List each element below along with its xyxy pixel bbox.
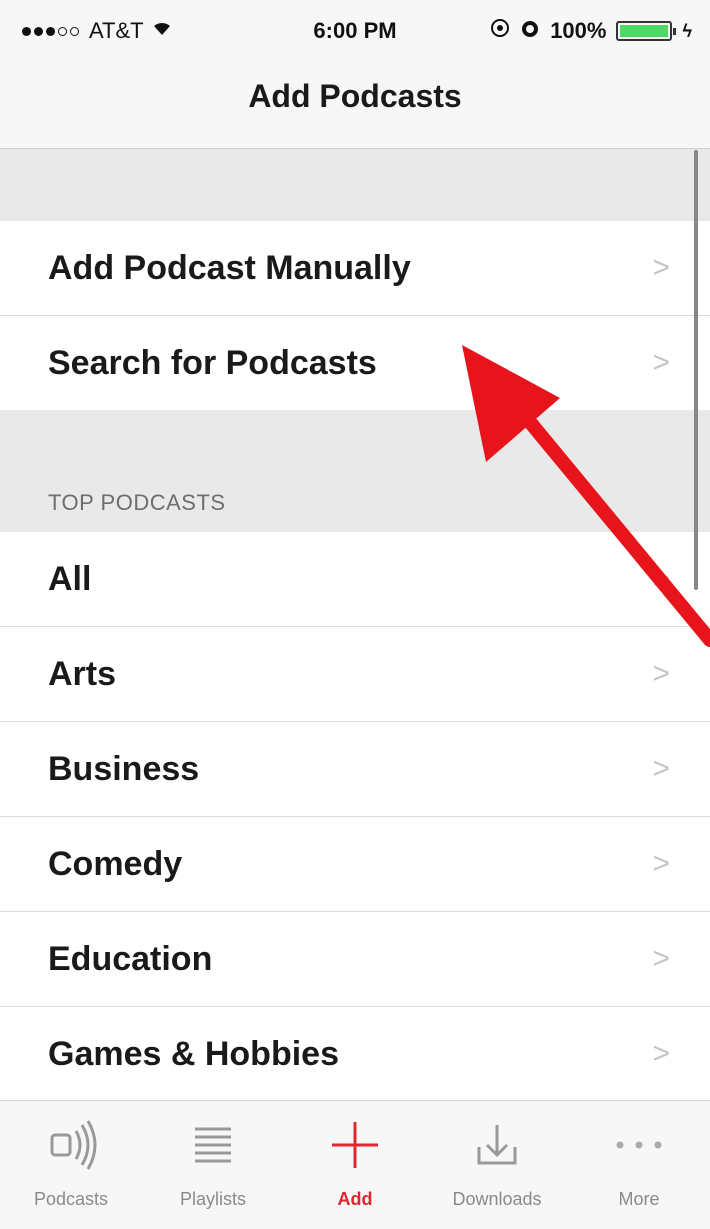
tab-label: Playlists — [179, 1189, 246, 1209]
row-label: Search for Podcasts — [48, 344, 377, 382]
add-podcast-manually-row[interactable]: Add Podcast Manually > — [0, 221, 710, 316]
status-bar: AT&T 6:00 PM 100% ϟ — [0, 0, 710, 60]
category-row-all[interactable]: All > — [0, 532, 710, 627]
scroll-indicator — [694, 150, 698, 590]
plus-icon — [284, 1115, 426, 1175]
tab-add[interactable]: Add — [284, 1101, 426, 1229]
location-icon — [490, 18, 510, 44]
chevron-right-icon: > — [652, 847, 670, 880]
tab-podcasts[interactable]: Podcasts — [0, 1101, 142, 1229]
podcasts-icon — [0, 1115, 142, 1175]
category-row-arts[interactable]: Arts > — [0, 627, 710, 722]
category-row-education[interactable]: Education > — [0, 912, 710, 1007]
chevron-right-icon: > — [652, 251, 670, 284]
tab-bar: Podcasts Playlists Add Downloads More — [0, 1100, 710, 1229]
tab-downloads[interactable]: Downloads — [426, 1101, 568, 1229]
row-label: All — [48, 560, 92, 598]
chevron-right-icon: > — [652, 752, 670, 785]
tab-label: Add — [337, 1189, 373, 1209]
row-label: Games & Hobbies — [48, 1035, 339, 1073]
page-title: Add Podcasts — [248, 78, 462, 114]
row-label: Business — [48, 750, 200, 788]
category-row-comedy[interactable]: Comedy > — [0, 817, 710, 912]
battery-icon — [616, 21, 677, 41]
row-label: Arts — [48, 655, 117, 693]
row-label: Comedy — [48, 845, 183, 883]
chevron-right-icon: > — [652, 1037, 670, 1070]
search-for-podcasts-row[interactable]: Search for Podcasts > — [0, 316, 710, 410]
category-row-business[interactable]: Business > — [0, 722, 710, 817]
list-icon — [142, 1115, 284, 1175]
status-right: 100% ϟ — [490, 18, 692, 44]
alarm-icon — [520, 18, 540, 44]
section-spacer — [0, 149, 710, 221]
charging-icon: ϟ — [682, 20, 692, 41]
download-icon — [426, 1115, 568, 1175]
section-header: TOP PODCASTS — [48, 490, 226, 515]
chevron-right-icon: > — [652, 657, 670, 690]
tab-label: Downloads — [452, 1189, 542, 1209]
chevron-right-icon: > — [652, 346, 670, 379]
chevron-right-icon: > — [652, 562, 670, 595]
navigation-header: AT&T 6:00 PM 100% ϟ Add Podcasts — [0, 0, 710, 149]
tab-label: Podcasts — [33, 1189, 109, 1209]
row-label: Add Podcast Manually — [48, 249, 411, 287]
battery-percent: 100% — [550, 18, 607, 43]
tab-label: More — [618, 1189, 660, 1209]
podcast-options-list: Add Podcast Manually > Search for Podcas… — [0, 149, 710, 1102]
more-dots-icon — [568, 1115, 710, 1175]
tab-playlists[interactable]: Playlists — [142, 1101, 284, 1229]
category-row-games-hobbies[interactable]: Games & Hobbies > — [0, 1007, 710, 1102]
top-podcasts-section: TOP PODCASTS — [0, 410, 710, 532]
tab-more[interactable]: More — [568, 1101, 710, 1229]
row-label: Education — [48, 940, 213, 978]
chevron-right-icon: > — [652, 942, 670, 975]
